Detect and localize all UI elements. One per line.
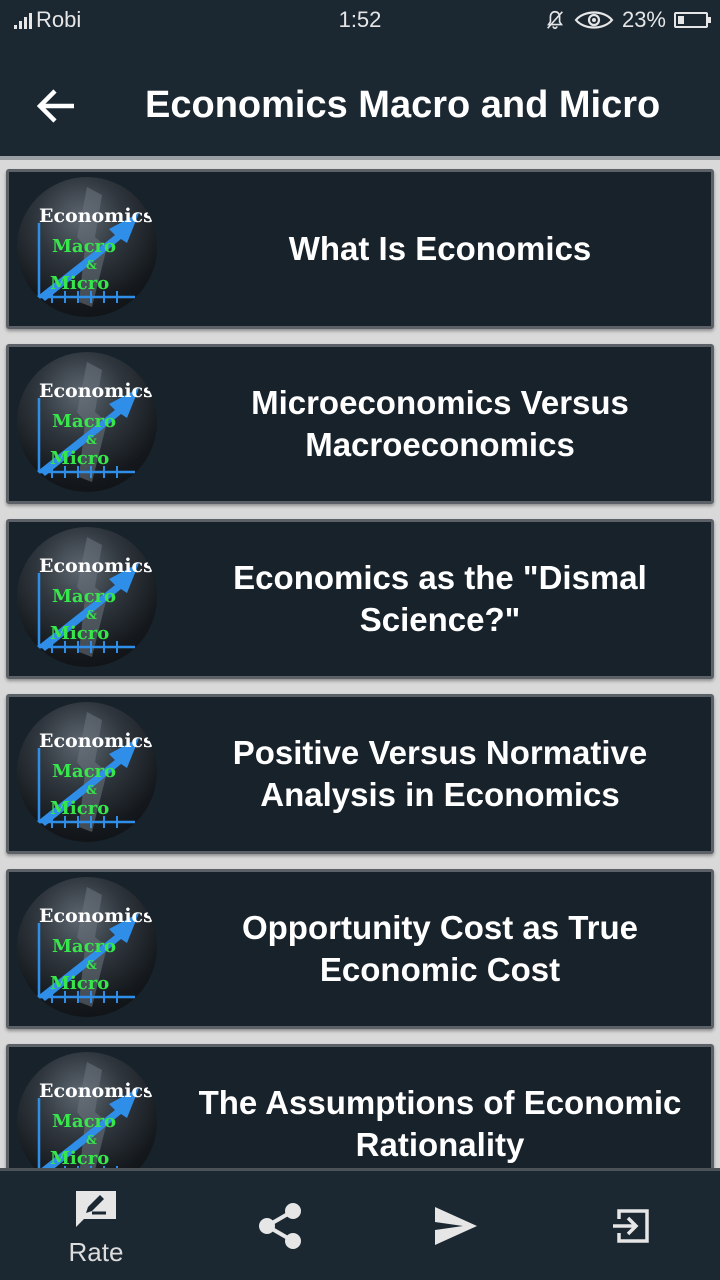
logo-line4: Micro [50,273,110,294]
item-title: What Is Economics [288,230,592,267]
page-title: Economics Macro and Micro [145,84,661,126]
economics-logo-icon: Economics Macro & Micro [17,352,157,492]
rate-icon [76,1191,116,1227]
logo-line3: & [86,783,97,797]
exit-icon [613,1209,649,1243]
logo-line2: Macro [52,236,117,257]
rate-label: Rate [68,1237,124,1267]
rate-button[interactable]: Rate [36,1171,156,1280]
logo-line1: Economics [39,555,154,577]
exit-button[interactable] [572,1171,692,1280]
share-button[interactable] [220,1171,340,1280]
logo-line4: Micro [50,973,110,994]
logo-line1: Economics [39,1080,154,1102]
logo-line4: Micro [50,798,110,819]
logo-line4: Micro [50,448,110,469]
logo-line3: & [86,433,97,447]
list-item[interactable]: Economics Macro & Micro Microeconomics V… [6,344,714,504]
logo-line1: Economics [39,905,154,927]
status-bar: Robi 1:52 23% [0,0,720,38]
logo-line2: Macro [52,936,117,957]
list-item[interactable]: Economics Macro & Micro Positive Versus … [6,694,714,854]
logo-line2: Macro [52,761,117,782]
economics-logo-icon: Economics Macro & Micro [17,527,157,667]
list-item[interactable]: Economics Macro & Micro What Is Economic… [6,169,714,329]
topic-list: Economics Macro & Micro What Is Economic… [0,164,720,1168]
logo-line2: Macro [52,1111,117,1132]
send-icon [435,1207,477,1245]
logo-line4: Micro [50,1148,110,1168]
logo-line1: Economics [39,380,154,402]
item-title: The Assumptions of Economic Rationality [198,1084,682,1163]
logo-line3: & [86,258,97,272]
economics-logo-icon: Economics Macro & Micro [17,702,157,842]
send-button[interactable] [396,1171,516,1280]
list-item[interactable]: Economics Macro & Micro Opportunity Cost… [6,869,714,1029]
eye-icon [574,11,614,29]
economics-logo-icon: Economics Macro & Micro [17,1052,157,1168]
item-title: Economics as the "Dismal Science?" [233,559,647,638]
battery-icon [674,12,711,28]
list-item[interactable]: Economics Macro & Micro Economics as the… [6,519,714,679]
share-icon [259,1203,301,1249]
list-item[interactable]: Economics Macro & Micro The Assumptions … [6,1044,714,1168]
item-title: Opportunity Cost as True Economic Cost [241,909,639,988]
logo-line2: Macro [52,411,117,432]
mute-bell-icon [546,10,563,30]
item-title: Microeconomics Versus Macroeconomics [251,384,629,463]
logo-line4: Micro [50,623,110,644]
logo-line3: & [86,958,97,972]
battery-percent: 23% [621,7,666,32]
logo-line2: Macro [52,586,117,607]
logo-line1: Economics [39,205,154,227]
status-right: 23% [544,7,711,33]
logo-line1: Economics [39,730,154,752]
logo-line3: & [86,1133,97,1147]
economics-logo-icon: Economics Macro & Micro [17,877,157,1017]
back-arrow-icon[interactable] [34,84,78,128]
item-title: Positive Versus Normative Analysis in Ec… [232,734,648,813]
app-bar: Robi 1:52 23% Economics Macro and Micro [0,0,720,160]
bottom-nav: Rate [0,1168,720,1280]
logo-line3: & [86,608,97,622]
economics-logo-icon: Economics Macro & Micro [17,177,157,317]
